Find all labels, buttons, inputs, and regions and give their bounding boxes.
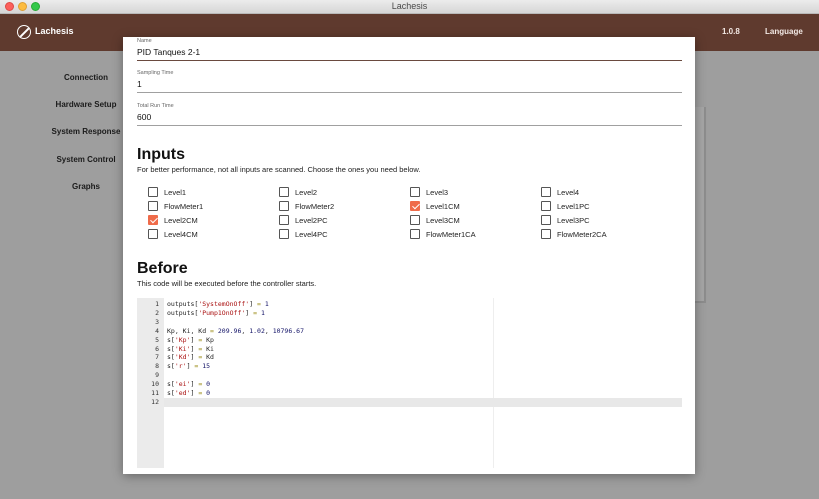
checkbox-label: FlowMeter1 [164, 202, 204, 211]
input-checkbox-level1[interactable]: Level1 [148, 187, 278, 199]
line-number: 2 [155, 308, 159, 317]
checkbox-label: Level2 [295, 188, 318, 197]
line-number: 12 [151, 397, 159, 406]
input-checkbox-level1cm[interactable]: Level1CM [410, 201, 540, 213]
window-title: Lachesis [391, 1, 428, 11]
checkbox-unchecked-icon[interactable] [148, 187, 158, 197]
controller-dialog: Name PID Tanques 2-1 Sampling Time 1 Tot… [123, 37, 695, 474]
checkbox-row: Level1 Level2 Level3 Level4 [123, 187, 695, 199]
checkbox-label: Level1 [164, 188, 187, 197]
input-checkbox-level3[interactable]: Level3 [410, 187, 540, 199]
input-checkbox-level1pc[interactable]: Level1PC [541, 201, 671, 213]
inputs-description: For better performance, not all inputs a… [137, 165, 421, 174]
checkbox-label: Level3 [426, 188, 449, 197]
input-checkbox-level4[interactable]: Level4 [541, 187, 671, 199]
checkbox-label: Level2CM [164, 216, 198, 225]
total-run-time-label: Total Run Time [137, 103, 174, 109]
input-checkbox-level3pc[interactable]: Level3PC [541, 215, 671, 227]
checkbox-label: Level2PC [295, 216, 328, 225]
name-input[interactable]: PID Tanques 2-1 [137, 47, 200, 57]
code-line[interactable]: s['ei'] = 0 [167, 380, 210, 388]
input-checkbox-level3cm[interactable]: Level3CM [410, 215, 540, 227]
checkbox-label: Level4CM [164, 230, 198, 239]
before-code-editor[interactable]: outputs['SystemOnOff'] = 1 outputs['Pump1… [137, 298, 682, 468]
input-checkbox-level2[interactable]: Level2 [279, 187, 409, 199]
input-checkbox-level2pc[interactable]: Level2PC [279, 215, 409, 227]
checkbox-unchecked-icon[interactable] [410, 215, 420, 225]
line-number: 10 [151, 380, 159, 389]
before-description: This code will be executed before the co… [137, 279, 317, 288]
checkbox-row: FlowMeter1 FlowMeter2 Level1CM Level1PC [123, 201, 695, 213]
before-title: Before [137, 260, 188, 277]
checkbox-unchecked-icon[interactable] [410, 229, 420, 239]
input-checkbox-flowmeter2[interactable]: FlowMeter2 [279, 201, 409, 213]
code-line[interactable]: s['ed'] = 0 [167, 389, 210, 397]
checkbox-label: FlowMeter2 [295, 202, 335, 211]
input-checkbox-flowmeter1[interactable]: FlowMeter1 [148, 201, 278, 213]
checkbox-checked-icon[interactable] [410, 201, 420, 211]
input-checkbox-level2cm[interactable]: Level2CM [148, 215, 278, 227]
sampling-time-field[interactable]: Sampling Time 1 [137, 70, 682, 93]
checkbox-row: Level2CM Level2PC Level3CM Level3PC [123, 215, 695, 227]
checkbox-unchecked-icon[interactable] [279, 229, 289, 239]
checkbox-label: FlowMeter2CA [557, 230, 607, 239]
checkbox-unchecked-icon[interactable] [541, 215, 551, 225]
checkbox-label: FlowMeter1CA [426, 230, 476, 239]
code-line[interactable]: s['r'] = 15 [167, 362, 210, 370]
code-line[interactable]: outputs['Pump1OnOff'] = 1 [167, 309, 265, 317]
version-label: 1.0.8 [722, 27, 740, 36]
line-number: 5 [155, 335, 159, 344]
total-run-time-input[interactable]: 600 [137, 112, 151, 122]
line-number: 3 [155, 317, 159, 326]
checkbox-unchecked-icon[interactable] [148, 229, 158, 239]
total-run-time-field[interactable]: Total Run Time 600 [137, 103, 682, 126]
checkbox-unchecked-icon[interactable] [541, 201, 551, 211]
checkbox-unchecked-icon[interactable] [279, 187, 289, 197]
line-number: 11 [151, 389, 159, 397]
checkbox-label: Level4PC [295, 230, 328, 239]
line-number: 9 [155, 371, 159, 380]
sampling-time-input[interactable]: 1 [137, 79, 142, 89]
input-checkbox-level4cm[interactable]: Level4CM [148, 229, 278, 241]
language-button[interactable]: Language [765, 27, 803, 36]
line-number: 6 [155, 344, 159, 353]
print-margin [493, 298, 494, 468]
sampling-time-label: Sampling Time [137, 70, 174, 76]
app-name: Lachesis [35, 26, 74, 36]
name-field[interactable]: Name PID Tanques 2-1 [137, 38, 682, 61]
code-line[interactable]: s['Ki'] = Ki [167, 345, 214, 353]
checkbox-checked-icon[interactable] [148, 215, 158, 225]
line-number: 7 [155, 353, 159, 362]
line-number: 4 [155, 326, 159, 335]
checkbox-unchecked-icon[interactable] [541, 229, 551, 239]
checkbox-unchecked-icon[interactable] [279, 215, 289, 225]
name-field-label: Name [137, 38, 152, 44]
checkbox-label: Level1PC [557, 202, 590, 211]
input-checkbox-level4pc[interactable]: Level4PC [279, 229, 409, 241]
input-checkbox-flowmeter1ca[interactable]: FlowMeter1CA [410, 229, 540, 241]
checkbox-label: Level1CM [426, 202, 460, 211]
code-line[interactable]: s['Kp'] = Kp [167, 336, 214, 344]
checkbox-label: Level3PC [557, 216, 590, 225]
inputs-title: Inputs [137, 146, 185, 163]
input-checkbox-flowmeter2ca[interactable]: FlowMeter2CA [541, 229, 671, 241]
checkbox-unchecked-icon[interactable] [410, 187, 420, 197]
checkbox-unchecked-icon[interactable] [541, 187, 551, 197]
checkbox-label: Level4 [557, 188, 580, 197]
code-line[interactable]: Kp, Ki, Kd = 209.96, 1.02, 10796.67 [167, 327, 304, 335]
checkbox-label: Level3CM [426, 216, 460, 225]
code-line[interactable]: outputs['SystemOnOff'] = 1 [167, 300, 269, 308]
checkbox-row: Level4CM Level4PC FlowMeter1CA FlowMeter2CA [123, 229, 695, 241]
window-titlebar: Lachesis [0, 0, 819, 14]
active-line-highlight [164, 398, 682, 407]
checkbox-unchecked-icon[interactable] [148, 201, 158, 211]
checkbox-unchecked-icon[interactable] [279, 201, 289, 211]
logo-icon [17, 25, 31, 39]
line-number: 8 [155, 362, 159, 371]
line-number: 1 [155, 300, 159, 308]
code-line[interactable]: s['Kd'] = Kd [167, 353, 214, 361]
